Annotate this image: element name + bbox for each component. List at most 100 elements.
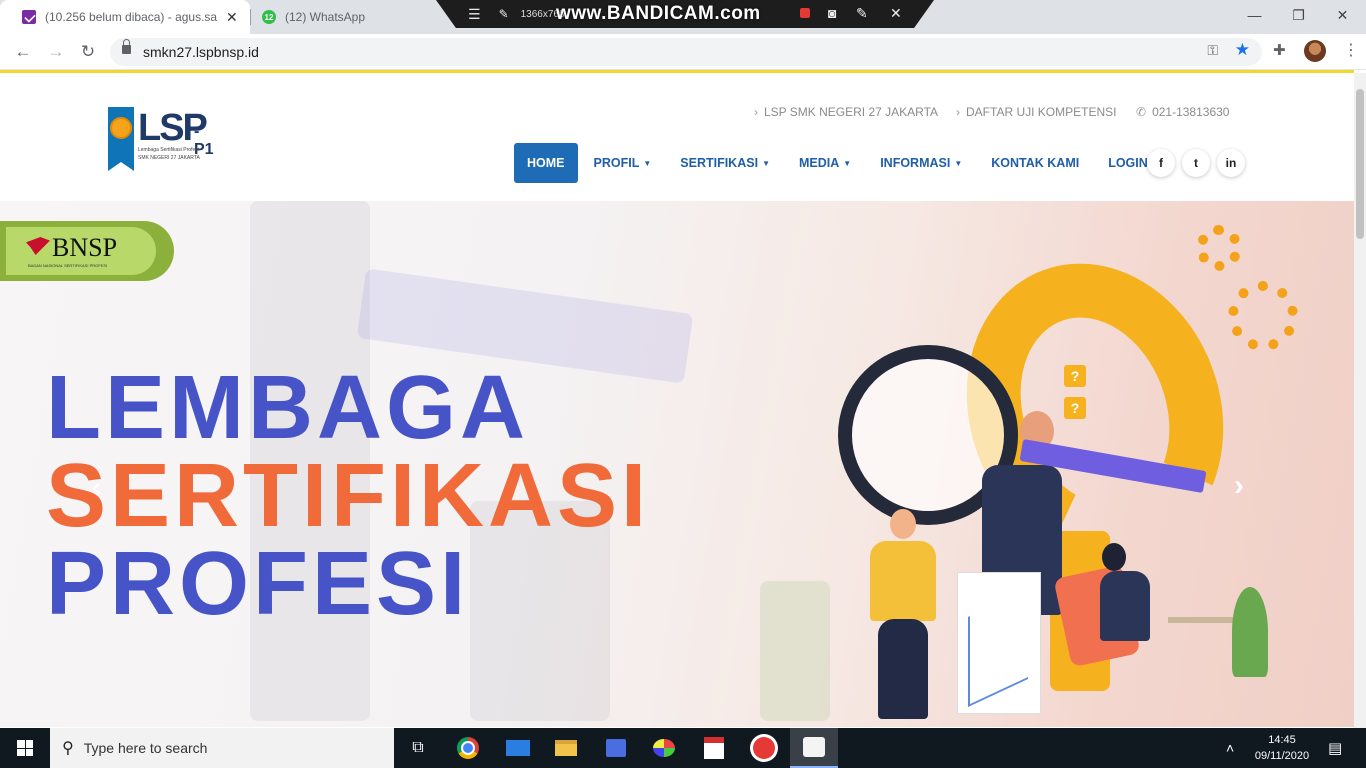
- clock-time: 14:45: [1268, 734, 1296, 746]
- slider-next-arrow[interactable]: ›: [1234, 469, 1244, 503]
- nav-sertifikasi[interactable]: SERTIFIKASI ▼: [680, 156, 770, 170]
- pencil-icon[interactable]: ✎: [856, 5, 868, 22]
- tab-title: (10.256 belum dibaca) - agus.sa: [45, 10, 218, 24]
- site-logo[interactable]: LSP -P1 Lembaga Sertifikasi Profesi SMK …: [108, 107, 218, 173]
- mail-icon[interactable]: [494, 728, 542, 768]
- page-scrollbar[interactable]: [1354, 73, 1366, 728]
- task-view-icon[interactable]: ⧉: [394, 728, 442, 768]
- top-link-lsp[interactable]: › LSP SMK NEGERI 27 JAKARTA: [754, 105, 938, 119]
- start-button[interactable]: [0, 728, 50, 768]
- address-bar[interactable]: smkn27.lspbnsp.id ⚿ ★: [110, 38, 1262, 66]
- top-link-label: LSP SMK NEGERI 27 JAKARTA: [764, 105, 939, 119]
- bnsp-tagline: BADAN NASIONAL SERTIFIKASI PROFESI: [28, 263, 108, 268]
- plant-illustration: [1232, 587, 1268, 677]
- bnsp-name: BNSP: [52, 233, 118, 262]
- bandicam-recorder-bar: ☰ ✎ 1366x768 www.BANDICAM.com ◙ ✎ ✕: [436, 0, 934, 28]
- twitter-icon[interactable]: t: [1182, 149, 1210, 177]
- nav-profil[interactable]: PROFIL ▼: [594, 156, 652, 170]
- chrome-icon[interactable]: [444, 728, 492, 768]
- restore-icon[interactable]: ❐: [1276, 0, 1321, 30]
- question-icon: ?: [1064, 365, 1086, 387]
- store-glyph: [606, 739, 626, 757]
- reload-icon[interactable]: ↻: [75, 39, 101, 65]
- nav-informasi[interactable]: INFORMASI ▼: [880, 156, 962, 170]
- nav-label: KONTAK KAMI: [991, 156, 1080, 170]
- close-icon[interactable]: ✕: [226, 9, 238, 26]
- record-icon[interactable]: [800, 8, 810, 18]
- key-icon[interactable]: ⚿: [1207, 42, 1218, 59]
- url-text[interactable]: smkn27.lspbnsp.id: [143, 44, 259, 60]
- record-icon[interactable]: [740, 728, 788, 768]
- file-explorer-icon[interactable]: [542, 728, 590, 768]
- bandicam-glyph: [803, 737, 825, 757]
- site-header: LSP -P1 Lembaga Sertifikasi Profesi SMK …: [0, 73, 1354, 201]
- bandicam-icon[interactable]: [790, 728, 838, 768]
- linkedin-icon[interactable]: in: [1217, 149, 1245, 177]
- caret-down-icon: ▼: [843, 158, 852, 168]
- bnsp-badge: BNSP BADAN NASIONAL SERTIFIKASI PROFESI: [0, 221, 174, 281]
- back-icon[interactable]: ←: [10, 39, 36, 65]
- taskbar-clock[interactable]: 14:45 09/11/2020: [1252, 732, 1312, 764]
- caret-down-icon: ▼: [643, 158, 652, 168]
- board-chart: [968, 589, 1028, 707]
- slider-prev-arrow[interactable]: ‹: [92, 471, 101, 503]
- bookmark-star-icon[interactable]: ★: [1235, 40, 1250, 60]
- pin-icon[interactable]: ✎: [499, 7, 509, 21]
- yellow-figure-body: [870, 541, 936, 621]
- store-icon[interactable]: [592, 728, 640, 768]
- chart-board-illustration: [958, 573, 1040, 713]
- windows-logo-icon: [17, 740, 33, 756]
- extensions-icon[interactable]: ✚: [1273, 41, 1286, 59]
- menu-icon[interactable]: ☰: [468, 6, 481, 23]
- browser-tab-strip: (10.256 belum dibaca) - agus.sa ✕ 12 (12…: [0, 0, 1366, 34]
- lock-icon: [122, 39, 131, 54]
- paint-icon[interactable]: [640, 728, 688, 768]
- nav-kontak-kami[interactable]: KONTAK KAMI: [991, 156, 1079, 170]
- record-glyph: [753, 737, 775, 759]
- taskbar-search[interactable]: ⚲ Type here to search: [50, 728, 394, 768]
- bandicam-watermark: www.BANDICAM.com: [556, 3, 761, 24]
- facebook-icon[interactable]: f: [1147, 149, 1175, 177]
- nav-login[interactable]: LOGIN: [1108, 156, 1148, 170]
- tray-chevron-up-icon[interactable]: ˄: [1226, 728, 1234, 768]
- tab-whatsapp[interactable]: 12 (12) WhatsApp: [240, 0, 440, 34]
- whatsapp-icon: 12: [262, 10, 276, 24]
- clock-date: 09/11/2020: [1254, 750, 1310, 762]
- nav-home[interactable]: HOME: [514, 143, 578, 183]
- top-link-phone[interactable]: ✆ 021-13813630: [1136, 105, 1229, 119]
- notification-icon[interactable]: ▤: [1328, 728, 1342, 768]
- pdf-glyph: [704, 737, 724, 759]
- background-plant: [760, 581, 830, 721]
- nav-label: SERTIFIKASI: [680, 156, 759, 170]
- more-menu-icon[interactable]: ⋮: [1343, 40, 1359, 60]
- nav-label: PROFIL: [593, 156, 640, 170]
- forward-icon[interactable]: →: [43, 39, 69, 65]
- chevron-right-icon: ›: [754, 105, 758, 119]
- tab-gmail[interactable]: (10.256 belum dibaca) - agus.sa ✕: [0, 0, 250, 34]
- logo-suffix: -P1: [194, 123, 214, 158]
- nav-media[interactable]: MEDIA ▼: [799, 156, 851, 170]
- gmail-icon: [22, 10, 36, 24]
- palette-glyph: [653, 739, 675, 757]
- woman-figure-body: [1100, 571, 1150, 641]
- minimize-icon[interactable]: —: [1232, 0, 1277, 30]
- close-icon[interactable]: ✕: [890, 5, 902, 22]
- woman-figure-head: [1102, 543, 1126, 571]
- caret-down-icon: ▼: [954, 158, 963, 168]
- windows-taskbar: ⚲ Type here to search ⧉ ˄ 14:45 09/11/20…: [0, 728, 1366, 768]
- camera-icon[interactable]: ◙: [828, 5, 836, 21]
- yellow-figure-legs: [878, 619, 928, 719]
- chrome-logo: [457, 737, 479, 759]
- hero-title-line-3: PROFESI: [46, 534, 470, 634]
- phone-icon: ✆: [1136, 105, 1147, 119]
- logo-school: SMK NEGERI 27 JAKARTA: [138, 155, 200, 161]
- gear-icon: [1228, 281, 1298, 351]
- nav-label: LOGIN: [1108, 156, 1148, 170]
- close-window-icon[interactable]: ✕: [1320, 0, 1365, 30]
- avatar[interactable]: [1304, 40, 1326, 62]
- acrobat-icon[interactable]: [690, 728, 738, 768]
- top-link-daftar[interactable]: › DAFTAR UJI KOMPETENSI: [956, 105, 1116, 119]
- search-icon: ⚲: [62, 740, 74, 757]
- scrollbar-thumb[interactable]: [1356, 89, 1364, 239]
- hero-slider: BNSP BADAN NASIONAL SERTIFIKASI PROFESI …: [0, 201, 1354, 727]
